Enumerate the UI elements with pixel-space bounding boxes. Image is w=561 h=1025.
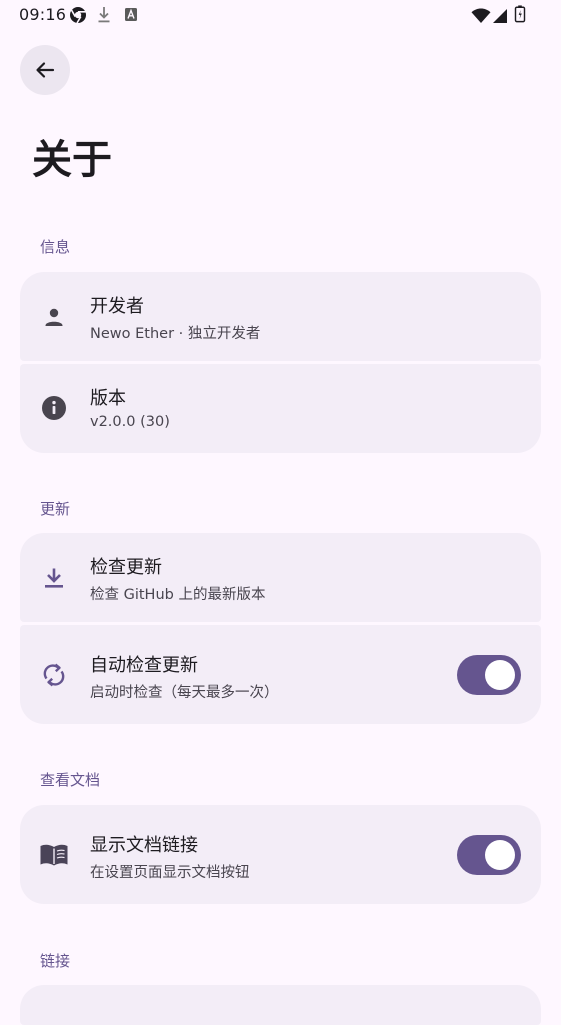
font-icon — [125, 8, 137, 21]
version-subtitle: v2.0.0 (30) — [90, 414, 170, 430]
auto-check-title: 自动检查更新 — [90, 655, 198, 676]
book-icon — [38, 841, 70, 869]
show-docs-switch[interactable] — [457, 835, 521, 875]
download-icon — [40, 564, 68, 592]
switch-thumb — [485, 840, 515, 870]
section-header-update: 更新 — [40, 500, 71, 518]
download-icon — [98, 7, 110, 23]
battery-icon — [514, 5, 526, 23]
signal-icon — [493, 9, 507, 23]
developer-item[interactable]: 开发者 Newo Ether · 独立开发者 — [20, 272, 541, 361]
check-update-item[interactable]: 检查更新 检查 GitHub 上的最新版本 — [20, 533, 541, 622]
status-time: 09:16 — [19, 5, 67, 24]
wifi-icon — [471, 8, 491, 23]
auto-check-item[interactable]: 自动检查更新 启动时检查（每天最多一次） — [20, 625, 541, 724]
section-header-links: 链接 — [40, 952, 71, 970]
switch-thumb — [485, 660, 515, 690]
developer-subtitle: Newo Ether · 独立开发者 — [90, 326, 261, 342]
sync-icon — [40, 661, 68, 689]
person-icon — [40, 303, 68, 331]
auto-check-switch[interactable] — [457, 655, 521, 695]
show-docs-title: 显示文档链接 — [90, 835, 198, 856]
version-title: 版本 — [90, 388, 126, 409]
info-icon — [40, 394, 68, 422]
developer-title: 开发者 — [90, 296, 144, 317]
check-update-title: 检查更新 — [90, 557, 162, 578]
back-button[interactable] — [20, 45, 70, 95]
status-bar: 09:16 — [0, 0, 561, 32]
show-docs-subtitle: 在设置页面显示文档按钮 — [90, 865, 250, 881]
show-docs-item[interactable]: 显示文档链接 在设置页面显示文档按钮 — [20, 805, 541, 904]
links-card[interactable] — [20, 985, 541, 1025]
auto-check-subtitle: 启动时检查（每天最多一次） — [90, 685, 279, 701]
section-header-docs: 查看文档 — [40, 771, 101, 789]
page-title: 关于 — [32, 137, 112, 183]
arrow-back-icon — [36, 62, 55, 78]
section-header-info: 信息 — [40, 238, 71, 256]
chrome-icon — [70, 7, 86, 24]
version-item[interactable]: 版本 v2.0.0 (30) — [20, 364, 541, 453]
check-update-subtitle: 检查 GitHub 上的最新版本 — [90, 587, 266, 603]
